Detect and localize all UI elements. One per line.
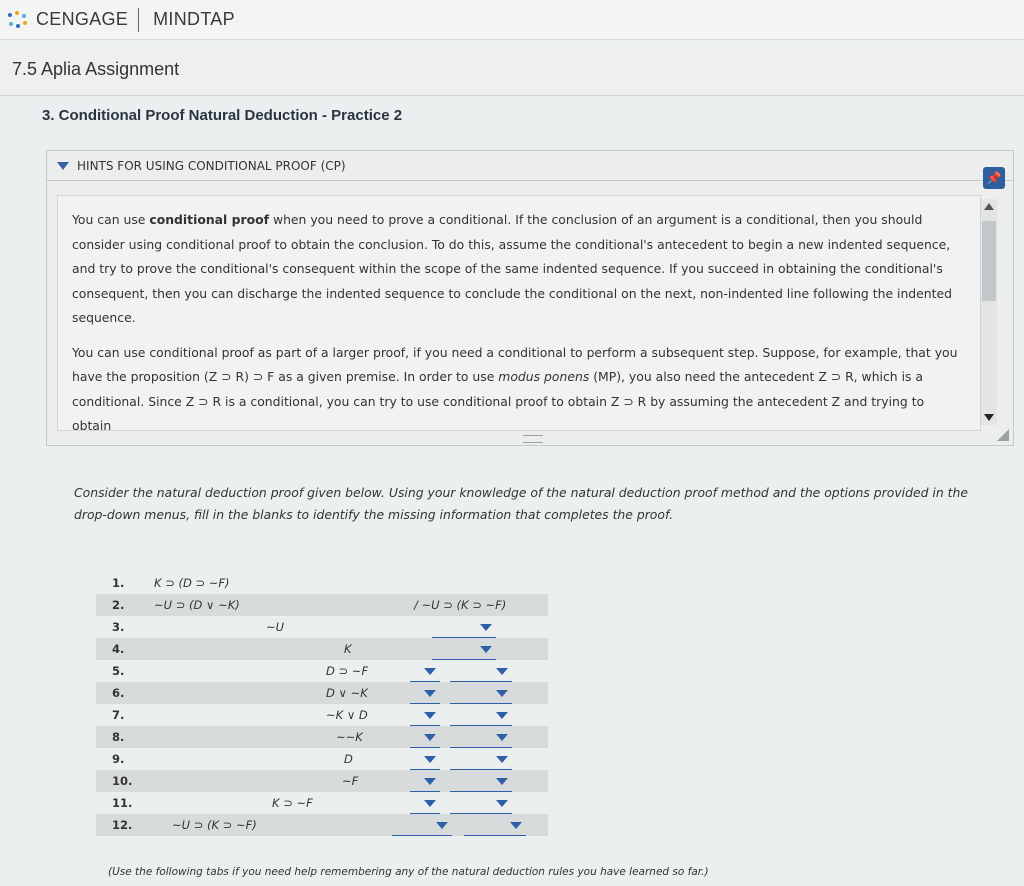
hint-italic-term: modus ponens — [498, 369, 590, 384]
line-number: 3. — [112, 620, 125, 634]
hint-text: when you need to prove a conditional. If… — [72, 212, 952, 325]
line-number: 6. — [112, 686, 125, 700]
scroll-up-arrow-icon[interactable] — [984, 203, 994, 210]
line-formula: ~U ⊃ (K ⊃ ~F) — [172, 818, 257, 832]
line-formula: D — [344, 752, 353, 766]
line-number: 5. — [112, 664, 125, 678]
assignment-title: 7.5 Aplia Assignment — [12, 59, 180, 79]
scroll-thumb[interactable] — [982, 221, 996, 301]
line-formula: D ∨ ~K — [326, 686, 368, 700]
instructions-text: Consider the natural deduction proof giv… — [74, 485, 968, 522]
line-formula: ~U ⊃ (D ∨ ~K) — [154, 598, 240, 612]
line-formula: ~U — [266, 620, 285, 634]
line-reference-dropdown[interactable] — [392, 822, 452, 836]
brand-divider — [138, 7, 140, 32]
hints-panel: HINTS FOR USING CONDITIONAL PROOF (CP) 📌… — [46, 150, 1014, 446]
proof-row: 7. ~K ∨ D — [96, 704, 548, 726]
line-number: 10. — [112, 774, 133, 788]
drag-handle[interactable] — [523, 435, 543, 443]
line-formula: K ⊃ ~F — [272, 796, 313, 810]
top-bar: CENGAGE MINDTAP — [0, 0, 1024, 40]
scroll-down-arrow-icon[interactable] — [984, 414, 994, 421]
pin-icon: 📌 — [986, 171, 1002, 185]
hints-paragraph-1: You can use conditional proof when you n… — [72, 208, 966, 331]
proof-row: 1. K ⊃ (D ⊃ ~F) — [96, 572, 548, 594]
assignment-bar: 7.5 Aplia Assignment — [0, 44, 1024, 96]
line-formula: ~K ∨ D — [326, 708, 368, 722]
proof-row: 4. K — [96, 638, 548, 660]
line-number: 12. — [112, 818, 133, 832]
hint-text: You can use — [72, 212, 150, 227]
proof-row: 2. ~U ⊃ (D ∨ ~K) / ~U ⊃ (K ⊃ ~F) — [96, 594, 548, 616]
hints-scrollbar[interactable] — [981, 199, 997, 425]
proof-row: 9. D — [96, 748, 548, 770]
proof-row: 11. K ⊃ ~F — [96, 792, 548, 814]
line-number: 2. — [112, 598, 125, 612]
question-title: 3. Conditional Proof Natural Deduction -… — [42, 107, 403, 124]
line-number: 8. — [112, 730, 125, 744]
hints-content: You can use conditional proof when you n… — [57, 195, 981, 431]
proof-row: 3. ~U — [96, 616, 548, 638]
line-formula: ~F — [342, 774, 359, 788]
pin-button[interactable]: 📌 — [983, 167, 1005, 189]
proof-row: 6. D ∨ ~K — [96, 682, 548, 704]
proof-row: 10. ~F — [96, 770, 548, 792]
proof-row: 5. D ⊃ ~F — [96, 660, 548, 682]
line-number: 9. — [112, 752, 125, 766]
proof-table: 1. K ⊃ (D ⊃ ~F) 2. ~U ⊃ (D ∨ ~K) / ~U ⊃ … — [96, 572, 548, 836]
line-formula: K ⊃ (D ⊃ ~F) — [154, 576, 230, 590]
line-number: 11. — [112, 796, 133, 810]
hints-paragraph-2: You can use conditional proof as part of… — [72, 341, 966, 431]
line-formula: D ⊃ ~F — [326, 664, 369, 678]
line-number: 1. — [112, 576, 125, 590]
rule-dropdown[interactable] — [464, 822, 526, 836]
hints-header-label: HINTS FOR USING CONDITIONAL PROOF (CP) — [77, 158, 346, 173]
proof-row: 8. ~~K — [96, 726, 548, 748]
cengage-logo-icon — [6, 9, 32, 31]
line-formula: ~~K — [336, 730, 363, 744]
line-formula: K — [344, 642, 352, 656]
proof-conclusion: / ~U ⊃ (K ⊃ ~F) — [414, 598, 507, 612]
brand-name[interactable]: CENGAGE — [36, 9, 128, 30]
resize-grip-icon[interactable] — [997, 429, 1009, 441]
footnote-text: (Use the following tabs if you need help… — [108, 866, 709, 878]
hint-bold-term: conditional proof — [149, 212, 269, 227]
hints-toggle[interactable]: HINTS FOR USING CONDITIONAL PROOF (CP) — [47, 151, 1013, 181]
line-number: 4. — [112, 642, 125, 656]
line-number: 7. — [112, 708, 125, 722]
proof-row: 12. ~U ⊃ (K ⊃ ~F) — [96, 814, 548, 836]
product-name[interactable]: MINDTAP — [153, 9, 235, 30]
collapse-triangle-icon[interactable] — [57, 161, 69, 170]
